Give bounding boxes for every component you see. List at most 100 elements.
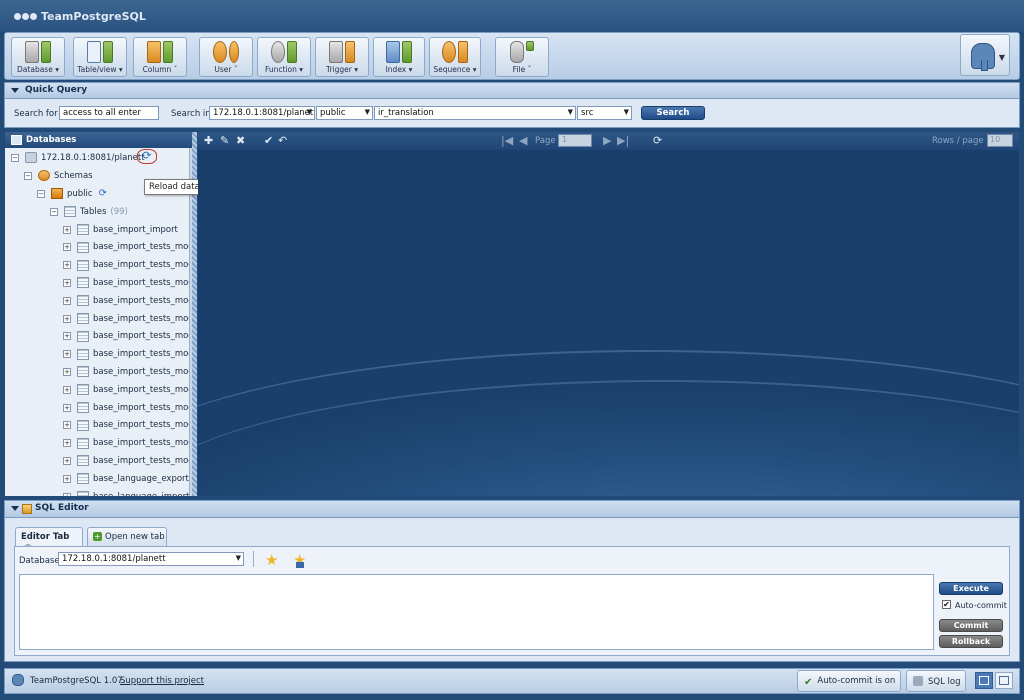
tree-table-node[interactable]: + base_language_export xyxy=(63,470,189,487)
expand-node-icon[interactable]: + xyxy=(63,367,71,376)
postgres-menu-button[interactable]: ▼ xyxy=(960,34,1010,76)
expand-node-icon[interactable]: + xyxy=(63,456,71,465)
table-select[interactable]: ir_translation xyxy=(374,106,576,120)
layout-full-button[interactable] xyxy=(995,672,1013,689)
last-page-icon[interactable]: ▶| xyxy=(617,135,629,147)
index-menu-button[interactable]: Index ▾ xyxy=(373,37,425,77)
trigger-menu-button[interactable]: Trigger ▾ xyxy=(315,37,369,77)
editor-database-select[interactable]: 172.18.0.1:8081/planett xyxy=(58,552,244,566)
commit-button[interactable]: Commit xyxy=(939,619,1003,632)
layout-split-button[interactable] xyxy=(975,672,993,689)
next-page-icon[interactable]: ▶ xyxy=(603,135,611,147)
tree-table-node[interactable]: + base_import_tests_models xyxy=(63,257,189,274)
expand-node-icon[interactable]: + xyxy=(63,314,71,323)
expand-node-icon[interactable]: + xyxy=(63,243,71,252)
expand-node-icon[interactable]: + xyxy=(63,261,71,270)
tree-table-node[interactable]: + base_import_tests_models xyxy=(63,346,189,363)
connection-select[interactable]: 172.18.0.1:8081/planett xyxy=(209,106,315,120)
expand-node-icon[interactable]: + xyxy=(63,225,71,234)
expand-node-icon[interactable]: + xyxy=(63,439,71,448)
autocommit-status-button[interactable]: ✔ Auto-commit is on xyxy=(797,670,901,692)
rows-per-page-select[interactable]: 10 xyxy=(987,134,1013,147)
undo-icon[interactable]: ↶ xyxy=(278,135,287,147)
quick-query-header[interactable]: Quick Query xyxy=(4,82,1020,99)
sequence-menu-button[interactable]: Sequence ▾ xyxy=(429,37,481,77)
sql-editor-header[interactable]: SQL Editor xyxy=(4,500,1020,518)
tree-tables-node[interactable]: − Tables (99) xyxy=(50,203,128,220)
table-name: base_import_tests_models xyxy=(93,349,189,360)
tree-table-node[interactable]: + base_import_import xyxy=(63,221,178,238)
file-menu-button[interactable]: File ˇ xyxy=(495,37,549,77)
save-favorite-icon[interactable]: ★ xyxy=(293,551,306,569)
tree-table-node[interactable]: + base_import_tests_models xyxy=(63,363,189,380)
table-view-menu-button[interactable]: Table/view ▾ xyxy=(73,37,127,77)
sql-log-button[interactable]: SQL log xyxy=(906,670,966,692)
delete-row-icon[interactable]: ✖ xyxy=(236,135,245,147)
expand-node-icon[interactable]: + xyxy=(63,492,71,496)
collapse-icon[interactable] xyxy=(11,506,19,511)
refresh-schema-icon[interactable]: ⟳ xyxy=(99,188,107,199)
app-title: TeamPostgreSQL xyxy=(41,9,146,23)
expand-node-icon[interactable]: + xyxy=(63,403,71,412)
table-name: base_import_import xyxy=(93,224,178,235)
expand-node-icon[interactable]: + xyxy=(63,296,71,305)
database-menu-button[interactable]: Database ▾ xyxy=(11,37,65,77)
collapse-node-icon[interactable]: − xyxy=(50,207,58,216)
schema-select[interactable]: public xyxy=(316,106,373,120)
add-row-icon[interactable]: ✚ xyxy=(204,135,213,147)
collapse-node-icon[interactable]: − xyxy=(24,171,32,180)
refresh-grid-icon[interactable]: ⟳ xyxy=(653,135,662,147)
tree-table-node[interactable]: + base_import_tests_models xyxy=(63,239,189,256)
tab-editor[interactable]: Editor Tab✕ xyxy=(15,527,83,552)
execute-button[interactable]: Execute xyxy=(939,582,1003,595)
rollback-button[interactable]: Rollback xyxy=(939,635,1003,648)
plus-icon: + xyxy=(93,532,102,541)
search-for-input[interactable]: access to all enter xyxy=(59,106,159,120)
tree-schemas-node[interactable]: − Schemas xyxy=(24,167,93,184)
expand-node-icon[interactable]: + xyxy=(63,278,71,287)
tree-table-node[interactable]: + base_import_tests_models xyxy=(63,452,189,469)
reload-structure-icon[interactable]: ⟳ xyxy=(137,149,157,164)
tree-table-node[interactable]: + base_import_tests_models xyxy=(63,435,189,452)
tree-table-node[interactable]: + base_language_import xyxy=(63,488,189,496)
support-link[interactable]: Support this project xyxy=(120,676,204,686)
search-button[interactable]: Search xyxy=(641,106,705,120)
expand-node-icon[interactable]: + xyxy=(63,474,71,483)
tree-table-node[interactable]: + base_import_tests_models xyxy=(63,381,189,398)
commit-check-icon[interactable]: ✔ xyxy=(264,135,273,147)
expand-node-icon[interactable]: + xyxy=(63,385,71,394)
table-name: base_import_tests_models xyxy=(93,438,189,449)
page-input[interactable]: 1 xyxy=(558,134,592,147)
rows-per-page-label: Rows / page xyxy=(932,136,984,146)
tree-table-node[interactable]: + base_import_tests_models xyxy=(63,292,189,309)
sql-textarea[interactable] xyxy=(19,574,934,650)
database-label: Database xyxy=(19,556,60,566)
open-new-tab-button[interactable]: + Open new tab xyxy=(87,527,167,546)
edit-row-icon[interactable]: ✎ xyxy=(220,135,229,147)
collapse-icon[interactable] xyxy=(11,88,19,93)
collapse-node-icon[interactable]: − xyxy=(37,189,45,198)
expand-node-icon[interactable]: + xyxy=(63,332,71,341)
tree-table-node[interactable]: + base_import_tests_models xyxy=(63,417,189,434)
autocommit-checkbox[interactable]: ✔ xyxy=(942,600,951,609)
tree-connection-node[interactable]: − 172.18.0.1:8081/planett xyxy=(11,149,145,166)
first-page-icon[interactable]: |◀ xyxy=(501,135,513,147)
tree-table-node[interactable]: + base_import_tests_models xyxy=(63,310,189,327)
expand-node-icon[interactable]: + xyxy=(63,421,71,430)
column-menu-button[interactable]: Column ˇ xyxy=(133,37,187,77)
check-icon: ✔ xyxy=(804,677,813,688)
tree-table-node[interactable]: + base_import_tests_models xyxy=(63,274,189,291)
tree-schema-public-node[interactable]: − public ⟳ xyxy=(37,185,107,202)
table-name: base_import_tests_models xyxy=(93,384,189,395)
user-menu-button[interactable]: User ˇ xyxy=(199,37,253,77)
tree-table-node[interactable]: + base_import_tests_models xyxy=(63,399,189,416)
prev-page-icon[interactable]: ◀ xyxy=(519,135,527,147)
collapse-node-icon[interactable]: − xyxy=(11,153,19,162)
database-tree: − 172.18.0.1:8081/planett − Schemas − pu… xyxy=(5,148,190,496)
page-label: Page xyxy=(535,136,556,146)
function-menu-button[interactable]: Function ▾ xyxy=(257,37,311,77)
expand-node-icon[interactable]: + xyxy=(63,350,71,359)
favorites-star-icon[interactable]: ★ xyxy=(265,551,278,569)
tree-table-node[interactable]: + base_import_tests_models xyxy=(63,328,189,345)
column-select[interactable]: src xyxy=(577,106,632,120)
